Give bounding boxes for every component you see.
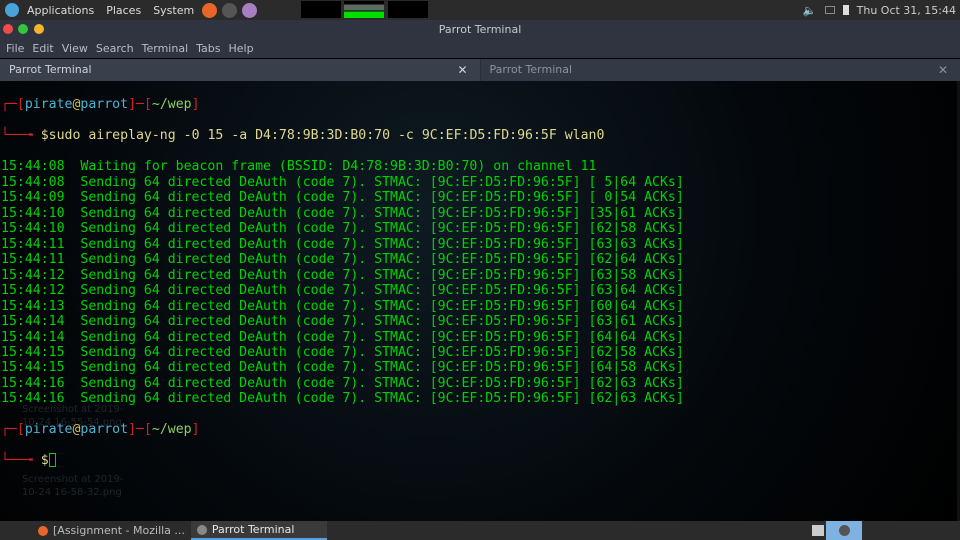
output-line: 15:44:14 Sending 64 directed DeAuth (cod… xyxy=(1,329,684,345)
output-line: 15:44:11 Sending 64 directed DeAuth (cod… xyxy=(1,236,684,252)
task-label: Parrot Terminal xyxy=(211,523,295,536)
menu-tabs[interactable]: Tabs xyxy=(196,42,220,55)
text-editor-icon[interactable] xyxy=(242,2,258,18)
window-titlebar[interactable]: Parrot Terminal xyxy=(0,20,960,39)
applications-menu[interactable]: Applications xyxy=(27,4,94,17)
maximize-window-button[interactable] xyxy=(18,24,28,34)
output-line: 15:44:12 Sending 64 directed DeAuth (cod… xyxy=(1,267,684,283)
memory-monitor xyxy=(344,1,384,18)
places-menu[interactable]: Places xyxy=(106,4,141,17)
show-desktop-icon[interactable] xyxy=(812,525,824,536)
output-line: 15:44:10 Sending 64 directed DeAuth (cod… xyxy=(1,205,684,221)
output-line: 15:44:14 Sending 64 directed DeAuth (cod… xyxy=(1,314,684,330)
menu-edit[interactable]: Edit xyxy=(32,42,53,55)
top-panel: Applications Places System 🔈 Thu Oct 31,… xyxy=(0,0,960,20)
clock[interactable]: Thu Oct 31, 15:44 xyxy=(857,4,956,17)
output-line: 15:44:16 Sending 64 directed DeAuth (cod… xyxy=(1,391,684,407)
tab-parrot-terminal-2[interactable]: Parrot Terminal ✕ xyxy=(479,59,960,81)
text-cursor xyxy=(48,453,56,468)
command-output: 15:44:08 Waiting for beacon frame (BSSID… xyxy=(1,159,684,407)
prompt-line: ┌─[pirate@parrot]─[~/wep] xyxy=(1,422,200,438)
volume-icon[interactable]: 🔈 xyxy=(803,4,817,17)
command-line: └──╼ $sudo aireplay-ng -0 15 -a D4:78:9B… xyxy=(1,128,605,144)
taskbar: [Assignment - Mozilla ... Parrot Termina… xyxy=(0,521,960,540)
output-line: 15:44:15 Sending 64 directed DeAuth (cod… xyxy=(1,360,684,376)
output-line: 15:44:12 Sending 64 directed DeAuth (cod… xyxy=(1,283,684,299)
system-menu[interactable]: System xyxy=(153,4,194,17)
workspace-switcher[interactable] xyxy=(826,521,862,540)
output-line: 15:44:16 Sending 64 directed DeAuth (cod… xyxy=(1,375,684,391)
terminal-icon xyxy=(839,525,850,536)
close-tab-icon[interactable]: ✕ xyxy=(457,59,467,81)
screen-icon[interactable] xyxy=(824,6,835,14)
output-line: 15:44:10 Sending 64 directed DeAuth (cod… xyxy=(1,221,684,237)
window-title: Parrot Terminal xyxy=(438,23,522,36)
battery-icon[interactable] xyxy=(842,5,849,15)
minimize-window-button[interactable] xyxy=(34,24,44,34)
prompt-line: ┌─[pirate@parrot]─[~/wep] xyxy=(1,97,200,113)
output-line: 15:44:09 Sending 64 directed DeAuth (cod… xyxy=(1,190,684,206)
close-window-button[interactable] xyxy=(3,24,13,34)
input-line[interactable]: └──╼ $ xyxy=(1,453,684,468)
terminal-area[interactable]: Screenshot at 2019-10-24 16-55-54.png Sc… xyxy=(0,81,960,521)
output-line: 15:44:08 Waiting for beacon frame (BSSID… xyxy=(1,159,597,175)
close-tab-icon[interactable]: ✕ xyxy=(938,59,948,81)
cpu-monitor xyxy=(301,1,341,18)
output-line: 15:44:13 Sending 64 directed DeAuth (cod… xyxy=(1,298,684,314)
tab-label: Parrot Terminal xyxy=(489,63,573,76)
menu-view[interactable]: View xyxy=(62,42,88,55)
output-line: 15:44:08 Sending 64 directed DeAuth (cod… xyxy=(1,174,684,190)
menu-terminal[interactable]: Terminal xyxy=(142,42,189,55)
tab-parrot-terminal-1[interactable]: Parrot Terminal ✕ xyxy=(0,59,480,81)
tab-bar: Parrot Terminal ✕ Parrot Terminal ✕ xyxy=(0,59,960,81)
tab-label: Parrot Terminal xyxy=(9,63,92,76)
menu-search[interactable]: Search xyxy=(96,42,134,55)
firefox-icon[interactable] xyxy=(202,2,218,18)
menu-help[interactable]: Help xyxy=(229,42,254,55)
parrot-logo-icon[interactable] xyxy=(5,3,19,17)
menu-bar: File Edit View Search Terminal Tabs Help xyxy=(0,39,960,58)
task-label: [Assignment - Mozilla ... xyxy=(53,524,185,537)
output-line: 15:44:15 Sending 64 directed DeAuth (cod… xyxy=(1,344,684,360)
output-line: 15:44:11 Sending 64 directed DeAuth (cod… xyxy=(1,252,684,268)
task-firefox[interactable]: [Assignment - Mozilla ... xyxy=(32,521,191,540)
menu-file[interactable]: File xyxy=(6,42,24,55)
task-parrot-terminal[interactable]: Parrot Terminal xyxy=(190,521,327,540)
terminal-icon xyxy=(196,524,207,535)
net-monitor xyxy=(388,1,428,18)
firefox-icon xyxy=(38,525,48,536)
terminal-icon[interactable] xyxy=(222,2,238,18)
